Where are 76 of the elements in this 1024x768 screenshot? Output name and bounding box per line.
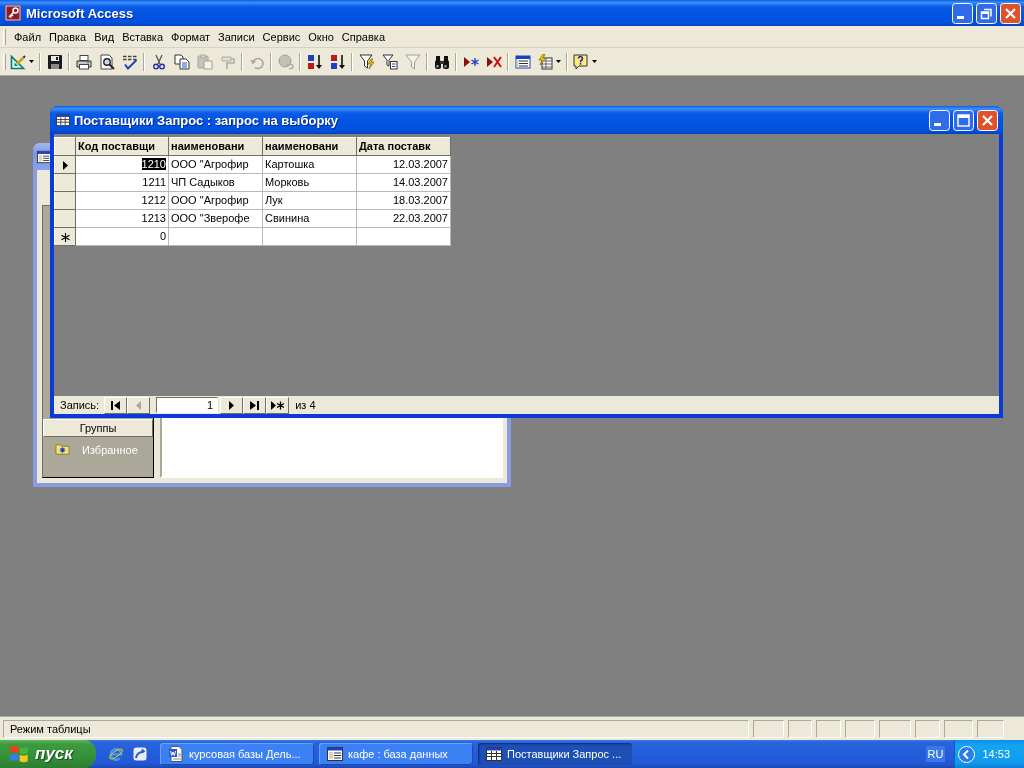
menu-item[interactable]: Вставка bbox=[118, 28, 167, 45]
close-icon[interactable] bbox=[977, 109, 998, 131]
groups-button[interactable]: Группы bbox=[43, 419, 153, 437]
help-question-icon bbox=[573, 53, 589, 70]
menu-item[interactable]: Файл bbox=[10, 28, 46, 45]
flag-icon bbox=[9, 745, 29, 763]
database-window-icon bbox=[37, 149, 51, 164]
copy-pages-icon bbox=[173, 53, 190, 70]
language-indicator[interactable]: RU bbox=[925, 746, 946, 762]
first-record-button[interactable] bbox=[104, 396, 128, 414]
minimize-icon[interactable] bbox=[929, 109, 950, 131]
chevron-left-icon[interactable] bbox=[958, 745, 976, 763]
spell-check-icon bbox=[121, 53, 138, 70]
maximize-icon[interactable] bbox=[953, 109, 974, 131]
clipboard-icon bbox=[196, 53, 213, 70]
taskbar-button[interactable]: курсовая базы Дель... bbox=[160, 743, 314, 765]
minimize-icon[interactable] bbox=[952, 2, 973, 24]
record-label: Запись: bbox=[60, 399, 100, 411]
next-record-button[interactable] bbox=[220, 396, 244, 414]
caret-icon bbox=[556, 60, 561, 63]
taskbar-button[interactable]: Поставщики Запрос ... bbox=[478, 743, 632, 765]
new-record-icon bbox=[271, 400, 285, 410]
current-record-icon bbox=[62, 160, 68, 170]
status-message: Режим таблицы bbox=[3, 719, 749, 738]
first-record-icon bbox=[111, 400, 121, 410]
datasheet-icon bbox=[486, 746, 502, 762]
menu-item[interactable]: Правка bbox=[45, 28, 91, 45]
close-icon[interactable] bbox=[1000, 2, 1021, 24]
new-record-button[interactable] bbox=[266, 396, 290, 414]
sort-descending-icon bbox=[329, 53, 346, 70]
caret-icon bbox=[592, 60, 597, 63]
asterisk-icon bbox=[60, 232, 70, 242]
query-window-title: Поставщики Запрос : запрос на выборку bbox=[74, 112, 339, 128]
column-header[interactable]: Код поставщи bbox=[75, 137, 169, 156]
clock: 14:53 bbox=[982, 748, 1010, 760]
menu-item[interactable]: Окно bbox=[304, 28, 338, 45]
start-button[interactable]: пуск bbox=[0, 740, 96, 768]
scissors-icon bbox=[150, 53, 167, 70]
funnel-form-icon bbox=[381, 53, 398, 70]
paintbrush-icon bbox=[219, 53, 236, 70]
select-all-corner[interactable] bbox=[54, 137, 76, 156]
menu-item[interactable]: Сервис bbox=[258, 28, 305, 45]
lightning-table-icon bbox=[537, 53, 553, 70]
printer-icon bbox=[75, 53, 92, 70]
previous-record-icon bbox=[136, 400, 142, 410]
document-icon bbox=[168, 746, 184, 762]
column-header[interactable]: наименовани bbox=[262, 137, 357, 156]
database-window-icon bbox=[514, 53, 531, 70]
caret-icon bbox=[29, 60, 34, 63]
last-record-icon bbox=[250, 400, 260, 410]
record-count: из 4 bbox=[295, 399, 316, 411]
next-record-icon bbox=[229, 400, 235, 410]
record-number-field[interactable]: 1 bbox=[156, 397, 219, 413]
column-header[interactable]: Дата поставк bbox=[356, 137, 451, 156]
window-title: Microsoft Access bbox=[26, 5, 134, 21]
column-header[interactable]: наименовани bbox=[168, 137, 263, 156]
arrow-tile-icon[interactable] bbox=[132, 746, 148, 762]
menu-item[interactable]: Формат bbox=[167, 28, 215, 45]
menu-item[interactable]: Записи bbox=[214, 28, 259, 45]
taskbar-button[interactable]: кафе : база данных bbox=[319, 743, 473, 765]
restore-icon[interactable] bbox=[976, 2, 997, 24]
last-record-button[interactable] bbox=[243, 396, 267, 414]
key-icon bbox=[5, 5, 21, 21]
browser-icon[interactable] bbox=[108, 746, 124, 762]
menu-item[interactable]: Вид bbox=[90, 28, 119, 45]
database-window-icon bbox=[327, 746, 343, 762]
star-folder-icon bbox=[55, 443, 70, 456]
ruler-pencil-icon bbox=[10, 53, 26, 70]
menu-item[interactable]: Справка bbox=[337, 28, 389, 45]
funnel-lightning-icon bbox=[358, 53, 375, 70]
sort-ascending-icon bbox=[306, 53, 323, 70]
funnel-icon bbox=[404, 53, 421, 70]
globe-link-icon bbox=[277, 53, 294, 70]
binoculars-icon bbox=[433, 53, 450, 70]
magnifier-page-icon bbox=[98, 53, 115, 70]
datasheet-icon bbox=[56, 113, 70, 127]
